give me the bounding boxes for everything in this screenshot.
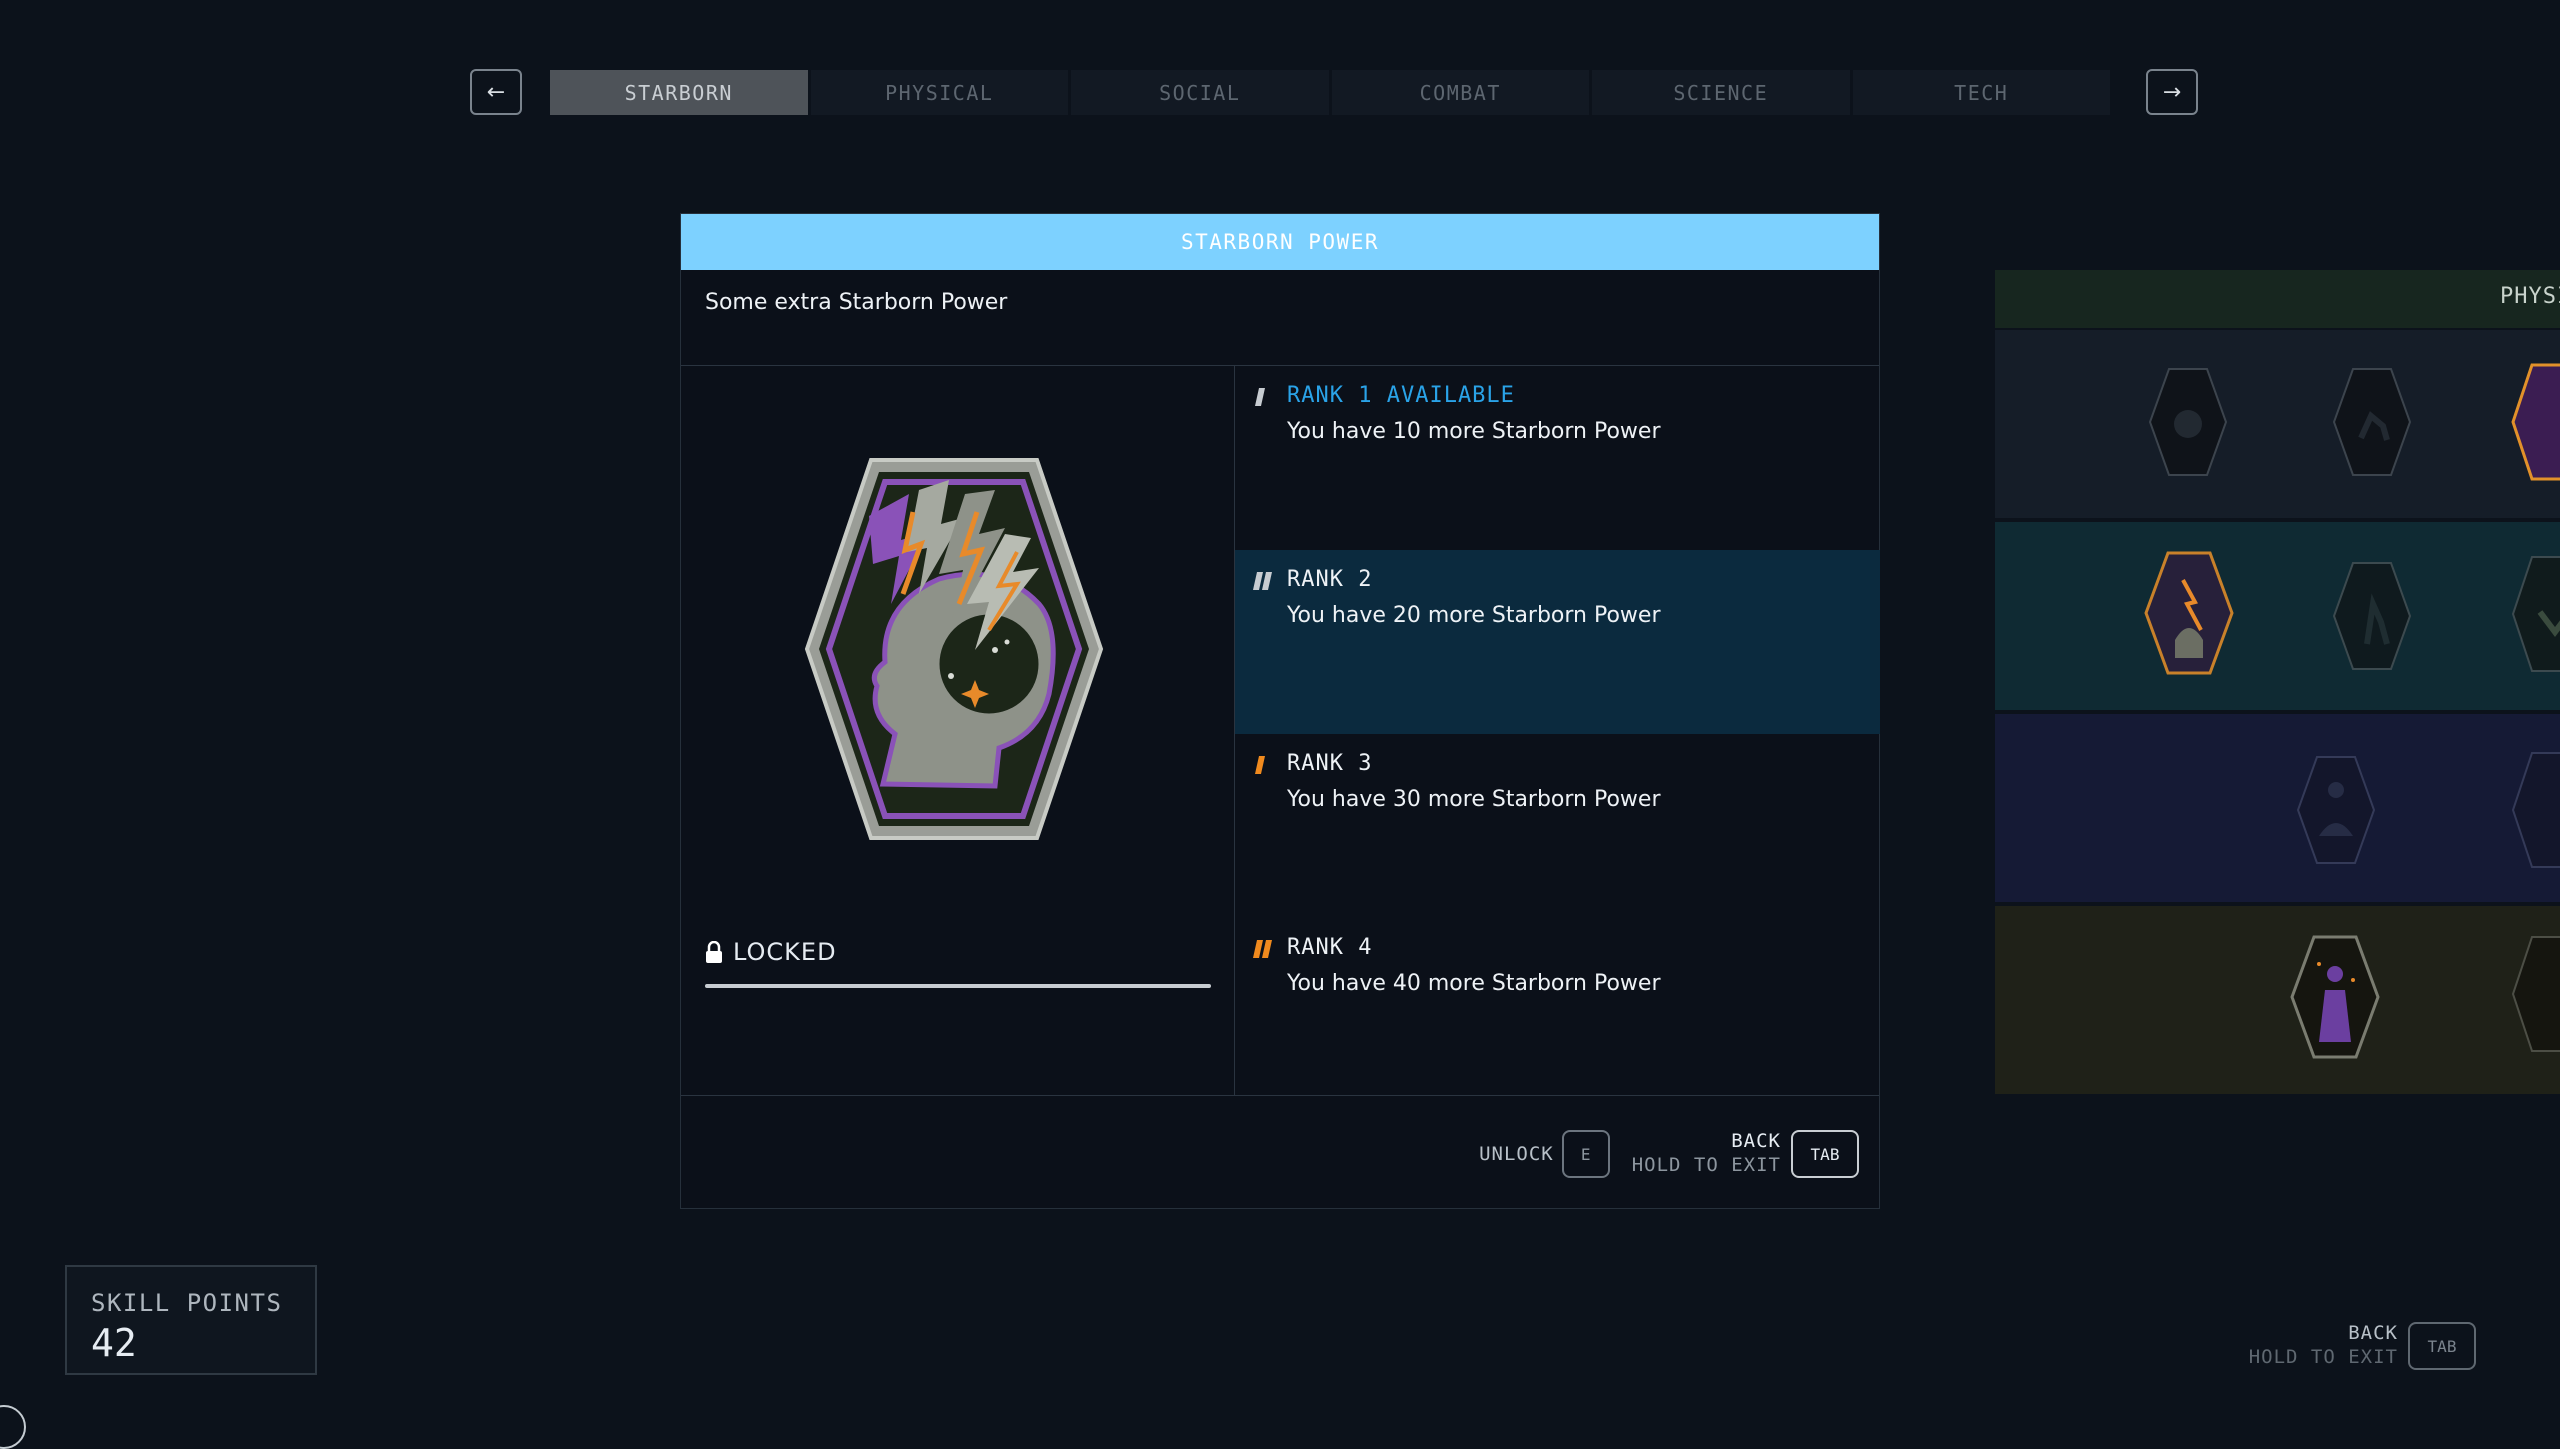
tab-starborn[interactable]: STARBORN bbox=[550, 70, 808, 115]
starborn-power-badge bbox=[799, 454, 1109, 844]
skill-detail-modal: STARBORN POWER Some extra Starborn Power bbox=[680, 213, 1880, 1209]
skill-row-3 bbox=[1995, 714, 2560, 902]
global-back-hint: BACK HOLD TO EXIT TAB bbox=[2249, 1322, 2476, 1370]
starborn-power-badge-icon bbox=[804, 458, 1104, 840]
unlock-label: UNLOCK bbox=[1479, 1143, 1554, 1165]
tab-science[interactable]: SCIENCE bbox=[1592, 70, 1850, 115]
rank-4[interactable]: RANK 4 You have 40 more Starborn Power bbox=[1235, 918, 1880, 1094]
global-back-text: BACK HOLD TO EXIT bbox=[2249, 1322, 2398, 1370]
global-back-button[interactable]: TAB bbox=[2408, 1322, 2476, 1370]
prev-category-button[interactable]: ← bbox=[470, 69, 522, 115]
arrow-left-icon: ← bbox=[486, 79, 506, 105]
physical-panel-title: PHYSI bbox=[2500, 284, 2560, 309]
rank-3[interactable]: RANK 3 You have 30 more Starborn Power bbox=[1235, 734, 1880, 918]
skill-points-panel: SKILL POINTS 42 bbox=[65, 1265, 317, 1375]
rank-title: RANK 2 bbox=[1287, 567, 1373, 592]
modal-actions: UNLOCK E BACK HOLD TO EXIT TAB bbox=[1479, 1130, 1859, 1178]
rank-description: You have 30 more Starborn Power bbox=[1287, 787, 1661, 812]
wellness-skill-icon[interactable] bbox=[2289, 934, 2381, 1060]
skill-points-value: 42 bbox=[91, 1321, 137, 1365]
global-hold-label: HOLD TO EXIT bbox=[2248, 1346, 2398, 1368]
rank-description: You have 20 more Starborn Power bbox=[1287, 603, 1661, 628]
rank-title: RANK 1 AVAILABLE bbox=[1287, 383, 1515, 408]
unlock-button[interactable]: E bbox=[1561, 1130, 1610, 1178]
rank-4-marker-icon bbox=[1253, 940, 1272, 958]
arrow-right-icon: → bbox=[2162, 79, 2182, 105]
boxing-skill-icon[interactable] bbox=[2147, 366, 2229, 478]
skill-description: Some extra Starborn Power bbox=[705, 290, 1008, 315]
skill-row-4 bbox=[1995, 906, 2560, 1094]
lock-status: LOCKED bbox=[705, 938, 837, 966]
rank-1[interactable]: RANK 1 AVAILABLE You have 10 more Starbo… bbox=[1235, 366, 1880, 550]
tab-combat[interactable]: COMBAT bbox=[1331, 70, 1589, 115]
tab-physical[interactable]: PHYSICAL bbox=[810, 70, 1068, 115]
physical-panel-header: PHYSI bbox=[1995, 270, 2560, 328]
rank-title: RANK 3 bbox=[1287, 751, 1373, 776]
skill-title: STARBORN POWER bbox=[681, 214, 1879, 270]
physical-skill-panel: PHYSI bbox=[1995, 270, 2560, 1100]
back-button[interactable]: TAB bbox=[1791, 1130, 1859, 1178]
back-label: BACK bbox=[1731, 1130, 1781, 1153]
lock-icon bbox=[706, 941, 722, 963]
rank-2[interactable]: RANK 2 You have 20 more Starborn Power bbox=[1235, 550, 1880, 734]
tab-social[interactable]: SOCIAL bbox=[1071, 70, 1329, 115]
physical-skill-icon-edge-2[interactable] bbox=[2510, 934, 2560, 1054]
rank-1-marker-icon bbox=[1255, 388, 1265, 406]
back-hint: BACK HOLD TO EXIT bbox=[1632, 1130, 1781, 1178]
starborn-power-icon-small[interactable] bbox=[2143, 550, 2235, 676]
next-category-button[interactable]: → bbox=[2146, 69, 2198, 115]
rank-3-marker-icon bbox=[1255, 756, 1265, 774]
rank-2-marker-icon bbox=[1253, 572, 1272, 590]
cursor-ring-icon bbox=[0, 1405, 26, 1449]
rank-title: RANK 4 bbox=[1287, 935, 1373, 960]
skill-row-1 bbox=[1995, 330, 2560, 518]
divider bbox=[681, 1095, 1879, 1096]
skill-points-label: SKILL POINTS bbox=[91, 1289, 283, 1317]
orbit-skill-icon-edge[interactable] bbox=[2510, 750, 2560, 870]
stealth-skill-icon[interactable] bbox=[2331, 366, 2413, 478]
category-tabs: STARBORN PHYSICAL SOCIAL COMBAT SCIENCE … bbox=[550, 70, 2110, 115]
lock-status-label: LOCKED bbox=[733, 938, 837, 966]
strength-skill-icon[interactable] bbox=[2510, 362, 2560, 482]
fitness-skill-icon[interactable] bbox=[2331, 560, 2413, 672]
unlock-progress-bar bbox=[705, 984, 1211, 988]
hold-to-exit-label: HOLD TO EXIT bbox=[1631, 1154, 1781, 1176]
physical-skill-icon-edge[interactable] bbox=[2510, 554, 2560, 674]
rank-description: You have 10 more Starborn Power bbox=[1287, 419, 1661, 444]
meditation-skill-icon[interactable] bbox=[2295, 754, 2377, 866]
rank-description: You have 40 more Starborn Power bbox=[1287, 971, 1661, 996]
skill-row-2 bbox=[1995, 522, 2560, 710]
global-back-label: BACK bbox=[2348, 1322, 2398, 1345]
tab-tech[interactable]: TECH bbox=[1852, 70, 2110, 115]
